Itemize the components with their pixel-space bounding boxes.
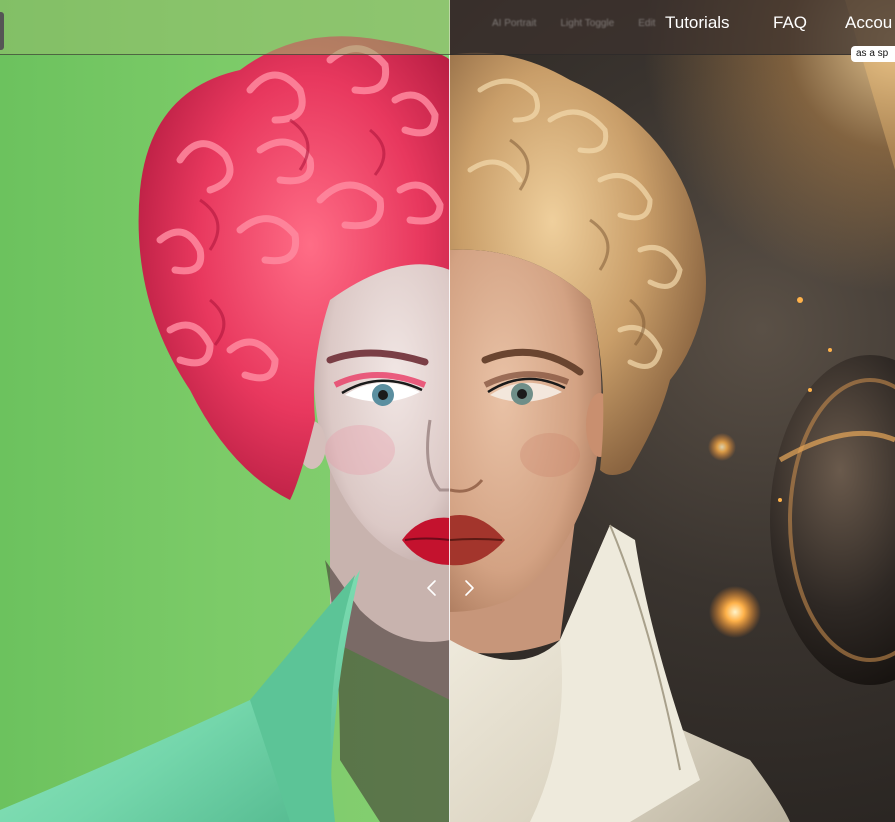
- nav-tutorials[interactable]: Tutorials: [665, 13, 730, 33]
- faint-link[interactable]: Edit: [638, 18, 655, 29]
- faint-link[interactable]: Light Toggle: [560, 18, 614, 29]
- green-screen-portrait-illustration: [0, 36, 450, 822]
- tooltip: as a sp: [851, 46, 895, 62]
- menu-edge[interactable]: [0, 12, 4, 50]
- next-button[interactable]: [460, 578, 478, 598]
- comparison-divider-handle[interactable]: [449, 0, 450, 822]
- chevron-left-icon: [427, 580, 436, 596]
- header-background-left: [0, 0, 450, 55]
- nav-faq[interactable]: FAQ: [773, 13, 807, 33]
- faint-link[interactable]: AI Portrait: [492, 18, 536, 29]
- prev-button[interactable]: [423, 578, 441, 598]
- before-image: [0, 0, 450, 822]
- chevron-right-icon: [465, 580, 474, 596]
- before-after-comparison[interactable]: AI Portrait Light Toggle Edit Tutorials …: [0, 0, 895, 822]
- cinematic-portrait-illustration: [450, 0, 895, 822]
- nav-account[interactable]: Accou: [845, 13, 892, 33]
- after-image: [450, 0, 895, 822]
- header-faint-links: AI Portrait Light Toggle Edit: [450, 0, 655, 46]
